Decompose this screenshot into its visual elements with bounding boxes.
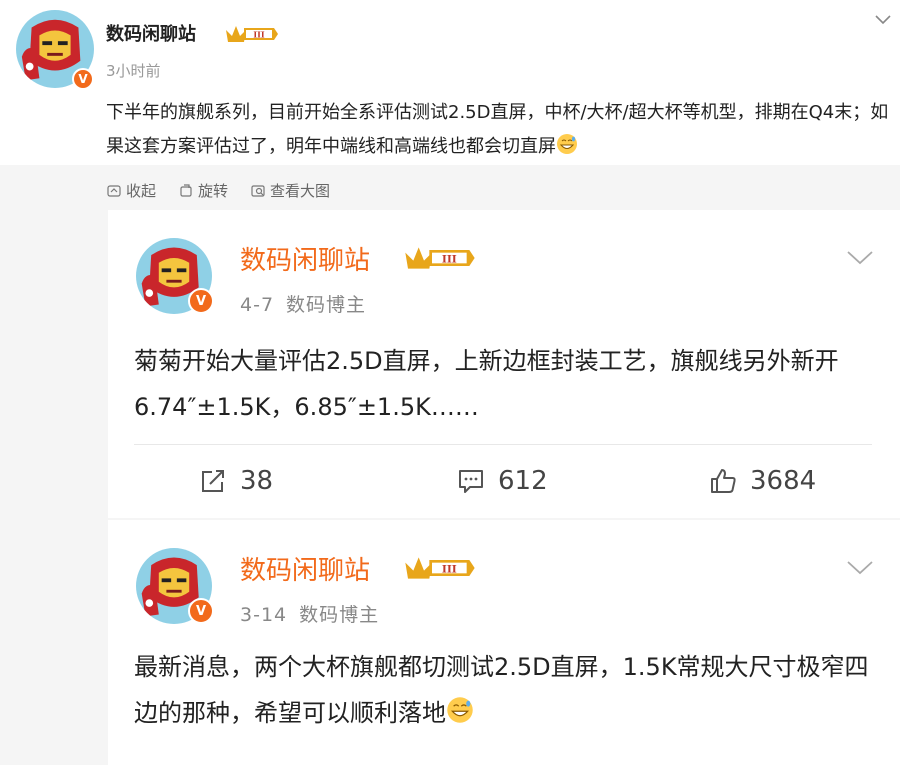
comment-button[interactable]: 612 bbox=[456, 466, 548, 496]
post-time[interactable]: 3小时前 bbox=[106, 60, 161, 81]
post-date[interactable]: 3-14 bbox=[240, 604, 287, 626]
card-stats: 38 612 3684 bbox=[108, 458, 900, 508]
repost-count: 38 bbox=[240, 466, 274, 496]
post-meta: 4-7 数码博主 bbox=[240, 290, 366, 317]
crown-level-icon: III bbox=[405, 247, 475, 269]
chevron-down-icon[interactable] bbox=[872, 8, 894, 30]
post-date[interactable]: 4-7 bbox=[240, 294, 274, 316]
rotate-label: 旋转 bbox=[198, 182, 229, 200]
author-role: 数码博主 bbox=[286, 294, 367, 316]
post-text-body: 下半年的旗舰系列，目前开始全系评估测试2.5D直屏，中杯/大杯/超大杯等机型，排… bbox=[106, 102, 889, 157]
retweeted-card[interactable]: V 数码闲聊站 III 3-14 数码博主 最新消息，两个大杯旗舰都切测试2.5D… bbox=[108, 520, 900, 765]
crown-level-icon: III bbox=[405, 557, 475, 579]
post-text: 下半年的旗舰系列，目前开始全系评估测试2.5D直屏，中杯/大杯/超大杯等机型，排… bbox=[106, 96, 896, 167]
rotate-button[interactable]: 旋转 bbox=[178, 180, 228, 201]
post-actions: 收起 旋转 查看大图 bbox=[106, 180, 330, 201]
weibo-post: V 数码闲聊站 III 3小时前 下半年的旗舰系列，目前开始全系评估测试2.5D… bbox=[0, 0, 900, 165]
collapse-icon bbox=[107, 184, 121, 197]
grin-sweat-emoji-icon bbox=[446, 693, 474, 739]
level-badge[interactable]: III bbox=[400, 552, 480, 588]
author-name[interactable]: 数码闲聊站 bbox=[240, 240, 370, 277]
like-button[interactable]: 3684 bbox=[708, 466, 816, 496]
svg-text:III: III bbox=[253, 30, 264, 40]
level-badge[interactable]: III bbox=[400, 242, 480, 278]
author-name[interactable]: 数码闲聊站 bbox=[240, 550, 370, 587]
author-role: 数码博主 bbox=[299, 604, 380, 626]
verified-badge: V bbox=[188, 288, 214, 314]
repost-icon bbox=[202, 470, 224, 492]
card-text: 菊菊开始大量评估2.5D直屏，上新边框封装工艺，旗舰线另外新开6.74″±1.5… bbox=[134, 347, 839, 421]
crown-level-icon: III bbox=[226, 26, 278, 42]
rotate-icon bbox=[180, 183, 192, 197]
comment-count: 612 bbox=[498, 466, 548, 496]
divider bbox=[134, 444, 872, 445]
verified-badge: V bbox=[188, 598, 214, 624]
view-large-button[interactable]: 查看大图 bbox=[250, 180, 330, 201]
retweeted-card[interactable]: V 数码闲聊站 III 4-7 数码博主 菊菊开始大量评估2.5D直屏，上新边框封… bbox=[108, 210, 900, 518]
svg-text:III: III bbox=[442, 253, 457, 266]
chevron-down-icon[interactable] bbox=[844, 246, 876, 268]
collapse-button[interactable]: 收起 bbox=[106, 180, 156, 201]
thumbs-up-icon bbox=[711, 469, 736, 493]
level-badge[interactable]: III bbox=[224, 22, 280, 50]
comment-icon bbox=[459, 470, 483, 493]
like-count: 3684 bbox=[750, 466, 817, 496]
card-text: 最新消息，两个大杯旗舰都切测试2.5D直屏，1.5K常规大尺寸极窄四边的那种，希… bbox=[134, 644, 874, 739]
repost-button[interactable]: 38 bbox=[198, 466, 273, 496]
view-large-label: 查看大图 bbox=[270, 182, 331, 200]
post-meta: 3-14 数码博主 bbox=[240, 600, 379, 627]
grin-sweat-emoji-icon bbox=[556, 133, 578, 167]
collapse-label: 收起 bbox=[126, 182, 157, 200]
chevron-down-icon[interactable] bbox=[844, 556, 876, 578]
author-name[interactable]: 数码闲聊站 bbox=[106, 20, 196, 46]
view-large-icon bbox=[251, 184, 265, 197]
verified-badge: V bbox=[72, 68, 94, 90]
svg-text:III: III bbox=[442, 563, 457, 576]
card-text-body: 最新消息，两个大杯旗舰都切测试2.5D直屏，1.5K常规大尺寸极窄四边的那种，希… bbox=[134, 653, 869, 727]
